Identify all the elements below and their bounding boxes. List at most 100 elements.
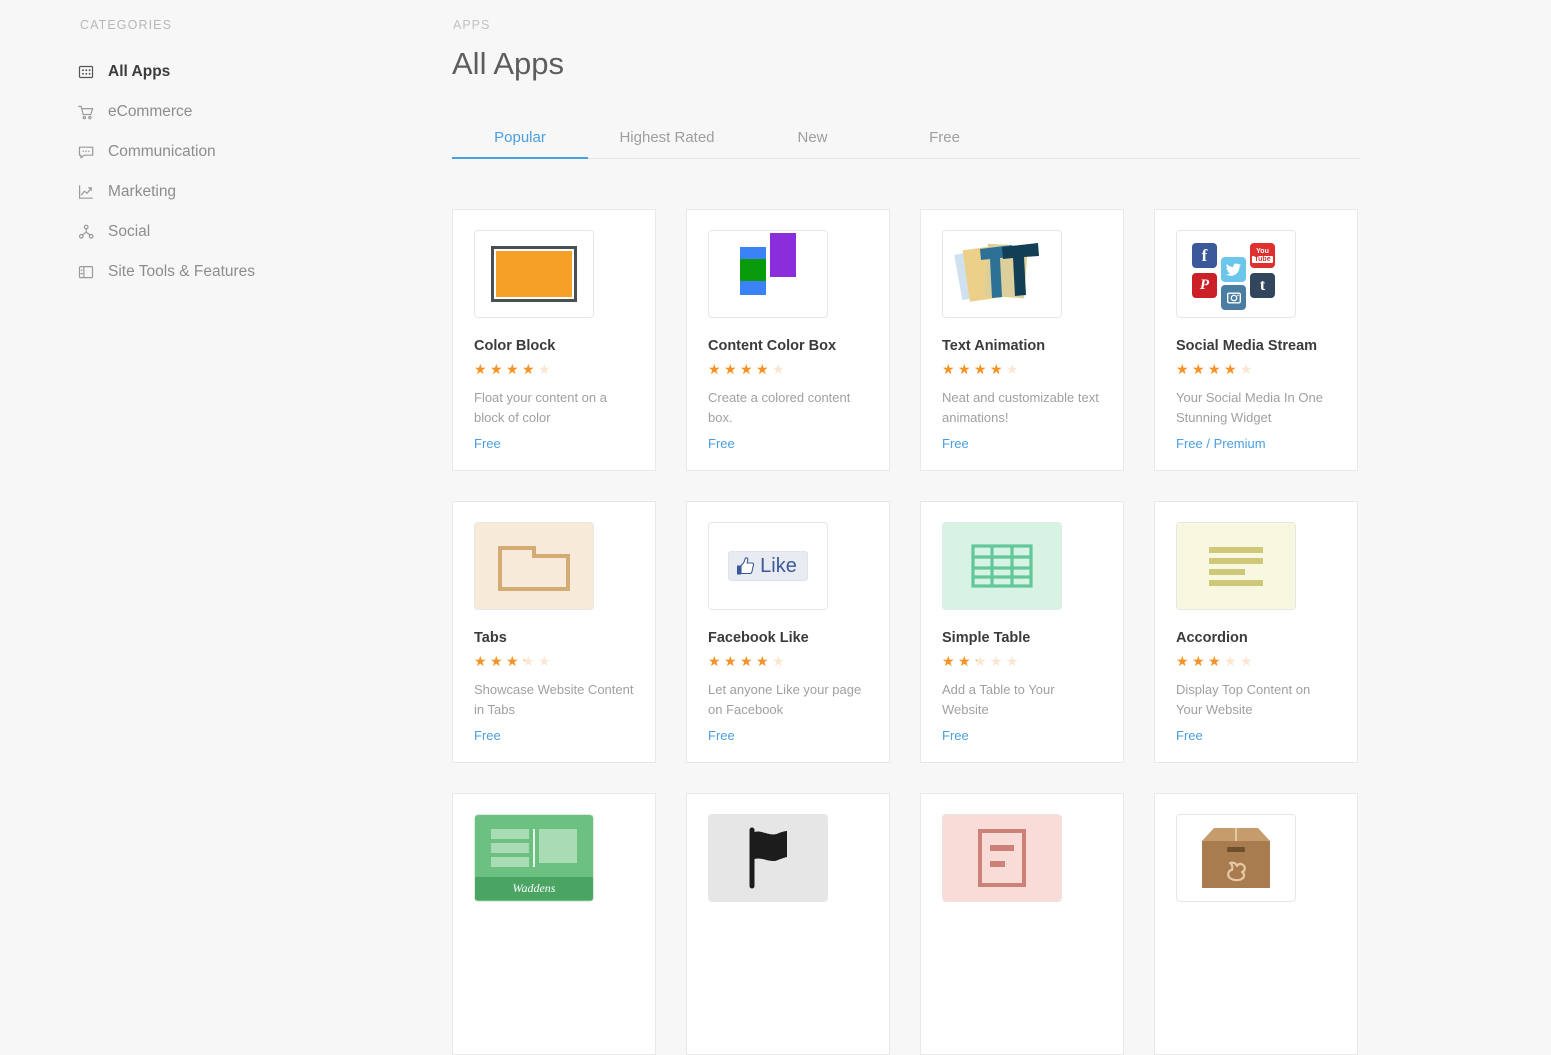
star-icon: ★★: [522, 652, 535, 669]
share-nodes-icon: [78, 224, 95, 241]
filter-tabs: Popular Highest Rated New Free: [452, 115, 1360, 159]
app-price[interactable]: Free: [942, 436, 1102, 451]
app-price[interactable]: Free: [708, 728, 868, 743]
breadcrumb: APPS: [453, 18, 491, 32]
app-card[interactable]: [1154, 793, 1358, 1055]
app-card[interactable]: Content Color Box★★★★★★★★★★Create a colo…: [686, 209, 890, 471]
star-icon: ★★: [490, 652, 503, 669]
rating-stars: ★★★★★★★★★★: [1176, 362, 1336, 377]
rating-stars: ★★★★★★★★★★: [708, 654, 868, 669]
grid-icon: [78, 64, 95, 81]
chart-line-icon: [78, 184, 95, 201]
app-card[interactable]: [686, 793, 890, 1055]
flag-icon: [708, 814, 828, 902]
star-icon: ★★: [756, 360, 769, 377]
app-price[interactable]: Free: [708, 436, 868, 451]
rating-stars: ★★★★★★★★★★: [708, 362, 868, 377]
star-icon: ★★: [740, 652, 753, 669]
star-icon: ★★: [1176, 652, 1189, 669]
star-icon: ★★: [708, 360, 721, 377]
star-icon: ★★: [474, 360, 487, 377]
star-icon: ★★: [958, 652, 971, 669]
star-icon: ★★: [1208, 360, 1221, 377]
star-icon: ★★: [506, 360, 519, 377]
tab-popular[interactable]: Popular: [452, 116, 588, 159]
rating-stars: ★★★★★★★★★★: [1176, 654, 1336, 669]
strong-box-icon: [1176, 814, 1296, 902]
star-icon: ★★: [1006, 360, 1019, 377]
star-icon: ★★: [1224, 360, 1237, 377]
star-icon: ★★: [772, 652, 785, 669]
sidebar-item-marketing[interactable]: Marketing: [78, 172, 452, 212]
app-card[interactable]: Simple Table★★★★★★★★★★Add a Table to You…: [920, 501, 1124, 763]
app-card[interactable]: Color Block ★★★★★★★★★★ Float your content …: [452, 209, 656, 471]
app-price[interactable]: Free / Premium: [1176, 436, 1336, 451]
tabs-icon: [474, 522, 594, 610]
sidebar-item-site-tools-features[interactable]: Site Tools & Features: [78, 252, 452, 292]
simple-table-icon: [942, 522, 1062, 610]
app-description: Your Social Media In One Stunning Widget: [1176, 389, 1323, 425]
app-description: Showcase Website Content in Tabs: [474, 681, 634, 717]
sidebar-item-ecommerce[interactable]: eCommerce: [78, 92, 452, 132]
star-icon: ★★: [958, 360, 971, 377]
star-icon: ★★: [1240, 652, 1253, 669]
app-grid: Color Block★★★★★★★★★★Float your content …: [452, 209, 1358, 1055]
app-name: Accordion: [1176, 630, 1248, 646]
app-card[interactable]: [920, 793, 1124, 1055]
sidebar-item-all-apps[interactable]: All Apps: [78, 52, 452, 92]
main-content: APPS All Apps Popular Highest Rated New Fre…: [452, 0, 1551, 1055]
sidebar-item-social[interactable]: Social: [78, 212, 452, 252]
app-price[interactable]: Free: [474, 728, 634, 743]
star-icon: ★★: [740, 360, 753, 377]
category-list: All Apps eCommerce Communication Marketing S…: [78, 52, 452, 292]
color-block-icon: [474, 230, 594, 318]
app-card[interactable]: Text Animation★★★★★★★★★★Neat and customi…: [920, 209, 1124, 471]
app-card[interactable]: Tabs ★★★★★★★★★★ Showcase Website Content i…: [452, 501, 656, 763]
app-card[interactable]: LikeFacebook Like★★★★★★★★★★Let anyone Li…: [686, 501, 890, 763]
star-icon: ★★: [708, 652, 721, 669]
content-color-box-icon: [708, 230, 828, 318]
star-icon: ★★: [990, 360, 1003, 377]
app-description: Float your content on a block of color: [474, 389, 607, 425]
app-price[interactable]: Free: [1176, 728, 1336, 743]
categories-sidebar: CATEGORIES All Apps eCommerce Communicatio…: [0, 0, 452, 872]
star-icon: ★★: [974, 360, 987, 377]
star-icon: ★★: [942, 652, 955, 669]
app-card[interactable]: fPYouTubet Social Media Stream ★★★★★★★★★★ Y…: [1154, 209, 1358, 471]
app-name: Color Block: [474, 338, 556, 354]
rating-stars: ★★★★★★★★★★: [942, 654, 1102, 669]
tab-free[interactable]: Free: [879, 116, 1010, 159]
app-name: Tabs: [474, 630, 507, 646]
star-icon: ★★: [490, 360, 503, 377]
rating-stars: ★★★★★★★★★★: [474, 654, 634, 669]
star-icon: ★★: [538, 652, 551, 669]
document-form-icon: [942, 814, 1062, 902]
star-icon: ★★: [1240, 360, 1253, 377]
star-icon: ★★: [1192, 360, 1205, 377]
app-description: Display Top Content on Your Website: [1176, 681, 1311, 717]
app-name: Social Media Stream: [1176, 338, 1318, 354]
star-icon: ★★: [1208, 652, 1221, 669]
social-media-stream-icon: f P You Tube t: [1176, 230, 1296, 318]
star-icon: ★★: [974, 652, 987, 669]
app-description: Create a colored content box.: [708, 389, 851, 425]
panel-icon: [78, 264, 95, 281]
star-icon: ★★: [724, 360, 737, 377]
star-icon: ★★: [506, 652, 519, 669]
sidebar-item-communication[interactable]: Communication: [78, 132, 452, 172]
app-description: Let anyone Like your page on Facebook: [708, 681, 862, 717]
tab-new[interactable]: New: [746, 116, 879, 159]
app-card[interactable]: Waddens: [452, 793, 656, 1055]
app-price[interactable]: Free: [942, 728, 1102, 743]
sidebar-item-label: eCommerce: [108, 103, 193, 121]
star-icon: ★★: [724, 652, 737, 669]
waddens-menu-icon: Waddens: [474, 814, 594, 902]
tab-highest-rated[interactable]: Highest Rated: [588, 116, 746, 159]
star-icon: ★★: [772, 360, 785, 377]
rating-stars: ★★★★★★★★★★: [474, 362, 634, 377]
page-title: All Apps: [452, 46, 565, 81]
app-price[interactable]: Free: [474, 436, 634, 451]
star-icon: ★★: [1192, 652, 1205, 669]
rating-stars: ★★★★★★★★★★: [942, 362, 1102, 377]
app-card[interactable]: Accordion ★★★★★★★★★★ Display Top Content o…: [1154, 501, 1358, 763]
